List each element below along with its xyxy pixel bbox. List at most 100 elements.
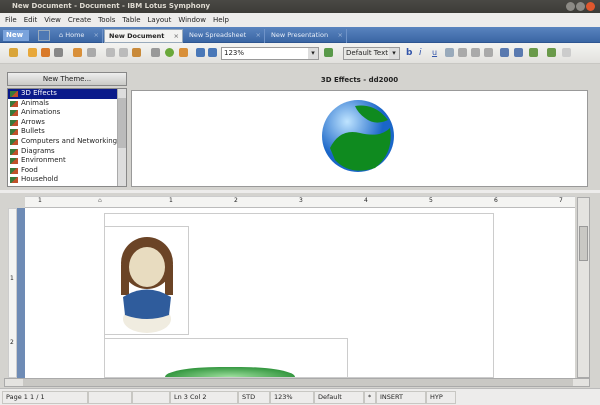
tab-new-presentation[interactable]: New Presentation × (267, 29, 347, 43)
tab-new-document[interactable]: New Document × (104, 29, 183, 43)
theme-item[interactable]: Computers and Networking (8, 137, 126, 147)
indent-marker[interactable]: ⌂ (98, 197, 102, 204)
theme-item[interactable]: Bullets (8, 127, 126, 137)
vertical-scrollbar[interactable] (577, 197, 590, 378)
tab-home[interactable]: ⌂ Home × (55, 29, 103, 43)
theme-label: Animations (21, 108, 61, 117)
document-page[interactable] (25, 208, 575, 378)
menu-layout[interactable]: Layout (148, 13, 172, 27)
undo-icon[interactable] (73, 48, 82, 57)
open-icon[interactable] (28, 48, 37, 57)
theme-item[interactable]: 3D Effects (8, 89, 126, 99)
theme-list[interactable]: 3D Effects Animals Animations Arrows Bul… (7, 88, 127, 187)
tab-new-spreadsheet[interactable]: New Spreadsheet × (185, 29, 265, 43)
close-tab-icon[interactable]: × (338, 29, 343, 42)
text-frame-icon[interactable] (208, 48, 217, 57)
ruler-label: 2 (234, 197, 238, 204)
redo-icon[interactable] (87, 48, 96, 57)
menu-file[interactable]: File (5, 13, 17, 27)
theme-icon (10, 129, 18, 136)
menu-bar: File Edit View Create Tools Table Layout… (0, 13, 600, 27)
paste-icon[interactable] (132, 48, 141, 57)
menu-window[interactable]: Window (178, 13, 206, 27)
theme-icon (10, 167, 18, 174)
new-label: New (6, 31, 24, 39)
formatting-marks-icon[interactable] (196, 48, 205, 57)
new-button[interactable]: New ▾ (3, 30, 29, 50)
new-icon[interactable] (9, 48, 18, 57)
theme-item[interactable]: Household (8, 175, 126, 185)
style-select[interactable]: Default Text ▾ (343, 47, 400, 60)
bold-button[interactable]: b (406, 48, 412, 58)
chart-icon[interactable] (165, 48, 174, 57)
vertical-ruler[interactable]: 1 2 (8, 208, 17, 378)
window-title: New Document - Document - IBM Lotus Symp… (12, 2, 211, 10)
menu-tools[interactable]: Tools (98, 13, 115, 27)
status-modified: * (364, 391, 376, 404)
horizontal-ruler[interactable]: 1 ⌂ 1 2 3 4 5 6 7 (25, 196, 575, 208)
copy-icon[interactable] (119, 48, 128, 57)
theme-icon (10, 158, 18, 165)
decrease-indent-icon[interactable] (547, 48, 556, 57)
tab-label: Home (65, 31, 85, 39)
globe-image[interactable] (320, 98, 396, 174)
new-theme-button[interactable]: New Theme... (7, 72, 127, 86)
increase-indent-icon[interactable] (562, 48, 571, 57)
theme-item[interactable]: Animals (8, 99, 126, 109)
ruler-label: 2 (10, 339, 14, 346)
globe-image-frame[interactable] (104, 338, 348, 378)
align-center-icon[interactable] (458, 48, 467, 57)
italic-button[interactable]: i (419, 48, 422, 58)
avatar-image[interactable] (104, 226, 189, 335)
ruler-label: 7 (559, 197, 563, 204)
close-tab-icon[interactable]: × (256, 29, 261, 42)
theme-item[interactable]: Arrows (8, 118, 126, 128)
close-button[interactable] (586, 2, 595, 11)
menu-create[interactable]: Create (68, 13, 91, 27)
spellcheck-icon[interactable] (324, 48, 333, 57)
menu-help[interactable]: Help (213, 13, 229, 27)
zoom-select[interactable]: 123% ▾ (221, 47, 319, 60)
justify-icon[interactable] (484, 48, 493, 57)
underline-button[interactable]: u (432, 48, 437, 58)
numbering-icon[interactable] (514, 48, 523, 57)
theme-label: Computers and Networking (21, 136, 118, 145)
minimize-button[interactable] (566, 2, 575, 11)
table-icon[interactable] (151, 48, 160, 57)
status-selection-mode[interactable]: STD (238, 391, 270, 404)
menu-table[interactable]: Table (122, 13, 140, 27)
theme-item[interactable]: Diagrams (8, 147, 126, 157)
chevron-down-icon[interactable]: ▾ (308, 48, 318, 59)
horizontal-scrollbar[interactable] (4, 378, 590, 387)
cut-icon[interactable] (106, 48, 115, 57)
theme-item[interactable]: Animations (8, 108, 126, 118)
menu-view[interactable]: View (44, 13, 61, 27)
status-zoom[interactable]: 123% (270, 391, 314, 404)
menu-edit[interactable]: Edit (24, 13, 38, 27)
scroll-thumb[interactable] (23, 379, 573, 386)
status-hyphenation[interactable]: HYP (426, 391, 456, 404)
save-icon[interactable] (41, 48, 50, 57)
align-left-icon[interactable] (445, 48, 454, 57)
toolbar: 123% ▾ Default Text ▾ b i u (0, 43, 600, 64)
print-icon[interactable] (54, 48, 63, 57)
line-spacing-icon[interactable] (529, 48, 538, 57)
tab-label: New Presentation (271, 31, 329, 39)
pages-icon[interactable] (38, 30, 50, 41)
gallery-preview (131, 90, 588, 187)
tab-label: New Document (109, 32, 165, 40)
ruler-label: 1 (169, 197, 173, 204)
maximize-button[interactable] (576, 2, 585, 11)
bullets-icon[interactable] (500, 48, 509, 57)
theme-item[interactable]: Environment (8, 156, 126, 166)
close-tab-icon[interactable]: × (94, 29, 99, 42)
align-right-icon[interactable] (471, 48, 480, 57)
chevron-down-icon[interactable]: ▾ (389, 48, 399, 59)
theme-list-scrollbar[interactable] (117, 89, 126, 186)
status-insert-mode[interactable]: INSERT (376, 391, 426, 404)
scroll-thumb[interactable] (579, 226, 588, 261)
image-icon[interactable] (179, 48, 188, 57)
theme-item[interactable]: Food (8, 166, 126, 176)
close-tab-icon[interactable]: × (174, 30, 179, 43)
scroll-thumb[interactable] (118, 98, 126, 148)
